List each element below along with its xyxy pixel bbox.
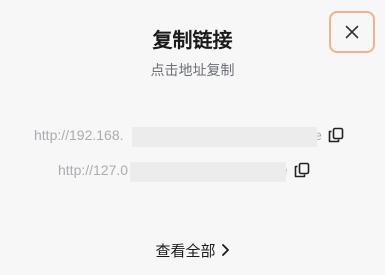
copy-link-dialog: 复制链接 点击地址复制 http://192.168. d/page [0, 0, 385, 275]
copy-icon[interactable] [294, 162, 310, 178]
redacted-mask [130, 162, 286, 182]
dialog-title: 复制链接 [152, 28, 233, 52]
close-button[interactable] [329, 11, 375, 53]
link-url[interactable]: http://127.0 age [58, 162, 288, 182]
dialog-subtitle: 点击地址复制 [150, 63, 235, 79]
view-all-button[interactable]: 查看全部 [0, 238, 385, 262]
link-url[interactable]: http://192.168. d/page [34, 127, 322, 147]
link-item[interactable]: http://127.0 age [58, 160, 310, 182]
redacted-mask [132, 127, 317, 147]
chevron-right-icon [220, 243, 230, 257]
close-icon [345, 25, 359, 39]
view-all-label: 查看全部 [155, 241, 216, 260]
copy-icon[interactable] [328, 127, 344, 143]
link-item[interactable]: http://192.168. d/page [34, 125, 344, 147]
